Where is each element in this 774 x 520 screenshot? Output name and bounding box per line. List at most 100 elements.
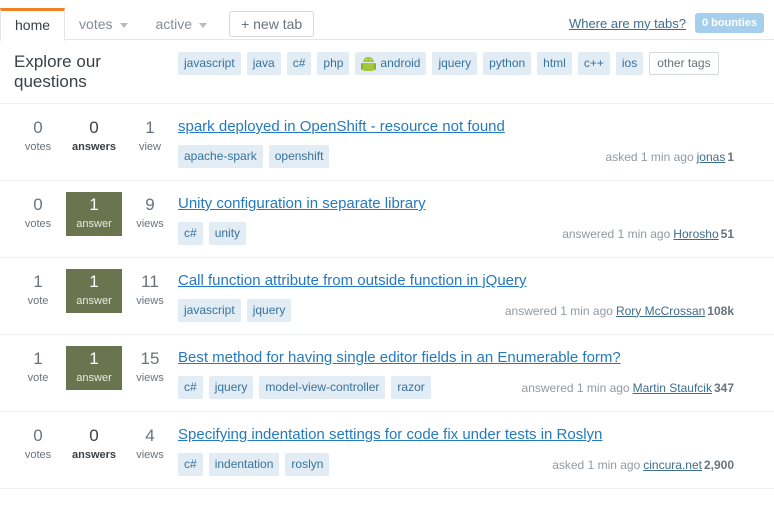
- answer-count-label: answer: [76, 295, 112, 307]
- vote-count: 1 vote: [10, 348, 66, 390]
- question-title-link[interactable]: Call function attribute from outside fun…: [178, 271, 734, 290]
- new-tab-button[interactable]: + new tab: [229, 11, 315, 37]
- question-user-link[interactable]: Martin Staufcik: [633, 381, 712, 395]
- chevron-down-icon: [119, 22, 128, 28]
- answer-count-label: answers: [71, 449, 117, 461]
- vote-count-label: votes: [24, 141, 52, 153]
- question-user-reputation: 108k: [707, 303, 734, 318]
- question-user-info: answered 1 min ago Horosho 51: [548, 227, 734, 241]
- answer-count-number: 0: [89, 118, 99, 137]
- tab-label: active: [155, 16, 193, 32]
- tab-home[interactable]: home: [0, 8, 66, 41]
- question-action: asked: [605, 149, 638, 164]
- question-tag[interactable]: apache-spark: [178, 145, 263, 168]
- question-title-link[interactable]: spark deployed in OpenShift - resource n…: [178, 117, 734, 136]
- question-tag[interactable]: indentation: [208, 453, 280, 476]
- answer-count-label: answer: [76, 372, 112, 384]
- question-title-link[interactable]: Specifying indentation settings for code…: [178, 425, 734, 444]
- view-count: 11 views: [122, 271, 178, 313]
- explore-tag[interactable]: ios: [615, 52, 644, 75]
- answer-count: 1 answer: [66, 269, 122, 313]
- question-tag[interactable]: roslyn: [285, 453, 330, 476]
- tab-bar-right-group: Where are my tabs? 0 bounties: [569, 13, 764, 33]
- view-count: 4 views: [122, 425, 178, 463]
- question-tags: c# indentation roslyn: [178, 453, 330, 476]
- question-tag[interactable]: c#: [178, 376, 203, 399]
- question-title-link[interactable]: Unity configuration in separate library: [178, 194, 734, 213]
- view-count-number: 11: [141, 272, 159, 291]
- vote-count-number: 0: [33, 195, 43, 214]
- question-tag[interactable]: openshift: [268, 145, 330, 168]
- explore-tag[interactable]: python: [483, 52, 532, 75]
- question-footer: c# jquery model-view-controller razor answer…: [178, 376, 734, 399]
- question-user-info: asked 1 min ago cincura.net 2,900: [538, 458, 734, 472]
- explore-tag-label: jquery: [438, 56, 472, 70]
- question-tag[interactable]: jquery: [208, 376, 254, 399]
- question-tag[interactable]: javascript: [178, 299, 241, 322]
- question-timestamp: 1 min ago: [576, 380, 630, 395]
- view-count-number: 4: [145, 426, 155, 445]
- vote-count: 0 votes: [10, 194, 66, 236]
- question-row: 0 votes 0 answers 1 view spark deployed in Ope…: [0, 103, 774, 180]
- vote-count-number: 0: [33, 118, 43, 137]
- question-user-link[interactable]: jonas: [697, 150, 726, 164]
- explore-tag[interactable]: c++: [577, 52, 610, 75]
- tab-label: home: [15, 17, 51, 33]
- question-tag[interactable]: razor: [391, 376, 431, 399]
- question-user-link[interactable]: cincura.net: [643, 458, 702, 472]
- answer-count: 0 answers: [66, 425, 122, 463]
- explore-tag-label: python: [489, 56, 526, 70]
- where-are-my-tabs-link[interactable]: Where are my tabs?: [569, 16, 686, 31]
- question-timestamp: 1 min ago: [640, 149, 694, 164]
- question-tag[interactable]: unity: [208, 222, 247, 245]
- explore-tag-label: android: [380, 56, 421, 70]
- explore-section: Explore our questions javascript java c# ph…: [0, 40, 774, 92]
- question-user-link[interactable]: Horosho: [673, 227, 718, 241]
- view-count-label: views: [136, 295, 164, 307]
- vote-count-label: vote: [27, 295, 49, 307]
- question-timestamp: 1 min ago: [587, 457, 641, 472]
- view-count-label: view: [138, 141, 161, 153]
- question-stats: 0 votes 0 answers 4 views: [0, 425, 178, 463]
- view-count: 15 views: [122, 348, 178, 390]
- question-tag[interactable]: model-view-controller: [259, 376, 386, 399]
- view-count: 1 view: [122, 117, 178, 155]
- question-tag[interactable]: c#: [178, 222, 203, 245]
- explore-tag[interactable]: html: [537, 52, 572, 75]
- explore-tag-label: ios: [621, 56, 638, 70]
- question-timestamp: 1 min ago: [560, 303, 613, 318]
- tab-votes[interactable]: votes: [65, 9, 141, 40]
- question-stats: 1 vote 1 answer 11 views: [0, 269, 178, 313]
- android-icon: [361, 56, 377, 71]
- question-row: 0 votes 0 answers 4 views Specifying indentati…: [0, 411, 774, 488]
- explore-tag[interactable]: android: [355, 52, 427, 75]
- explore-tag[interactable]: java: [246, 52, 281, 75]
- question-tag[interactable]: jquery: [246, 299, 292, 322]
- explore-tag[interactable]: php: [317, 52, 350, 75]
- view-count-label: views: [136, 449, 164, 461]
- other-tags-button[interactable]: other tags: [649, 52, 719, 75]
- view-count-number: 9: [145, 195, 155, 214]
- answer-count: 0 answers: [66, 117, 122, 155]
- question-footer: javascript jquery answered 1 min ago Rory M…: [178, 299, 734, 322]
- question-stats: 0 votes 0 answers 1 view: [0, 117, 178, 155]
- question-row: 0 votes 1 answer 9 views Unity configuration i…: [0, 180, 774, 257]
- question-stats: 0 votes 1 answer 9 views: [0, 192, 178, 236]
- tab-active[interactable]: active: [142, 9, 222, 40]
- question-tag[interactable]: c#: [178, 453, 203, 476]
- question-tags: javascript jquery: [178, 299, 292, 322]
- question-action: answered: [504, 303, 557, 318]
- question-title-link[interactable]: Best method for having single editor fie…: [178, 348, 734, 367]
- question-main: Call function attribute from outside fun…: [178, 271, 774, 322]
- answer-count-label: answer: [76, 218, 112, 230]
- question-user-info: answered 1 min ago Martin Staufcik 347: [508, 381, 734, 395]
- bounties-badge[interactable]: 0 bounties: [694, 13, 764, 33]
- question-user-reputation: 347: [713, 380, 734, 395]
- vote-count: 1 vote: [10, 271, 66, 313]
- explore-tag[interactable]: c#: [286, 52, 312, 75]
- question-user-link[interactable]: Rory McCrossan: [616, 304, 705, 318]
- explore-tag[interactable]: javascript: [178, 52, 241, 75]
- question-main: spark deployed in OpenShift - resource n…: [178, 117, 774, 168]
- answer-count-number: 0: [89, 426, 99, 445]
- explore-tag[interactable]: jquery: [432, 52, 478, 75]
